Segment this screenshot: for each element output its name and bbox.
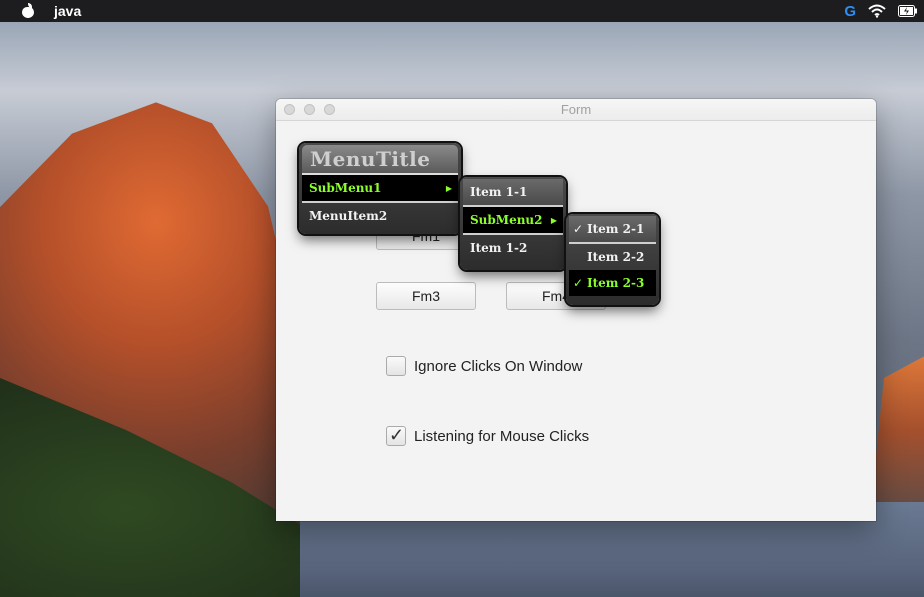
submenu-arrow-icon: ▶ bbox=[445, 183, 452, 193]
menu-item-2-3-label: Item 2-3 bbox=[587, 276, 645, 290]
ignore-clicks-label: Ignore Clicks On Window bbox=[414, 357, 583, 375]
ignore-clicks-checkbox[interactable] bbox=[386, 356, 406, 376]
menu-item-1-1-label: Item 1-1 bbox=[470, 185, 528, 199]
menu-title: MenuTitle bbox=[302, 145, 458, 175]
submenu2-popup: ✓ Item 2-1 Item 2-2 ✓ Item 2-3 bbox=[566, 214, 659, 305]
menu-item-menuitem2[interactable]: MenuItem2 bbox=[302, 203, 458, 229]
submenu-arrow-icon: ▶ bbox=[550, 215, 557, 225]
window-titlebar[interactable]: Form bbox=[276, 99, 876, 121]
menu-item-submenu2[interactable]: SubMenu2 ▶ bbox=[463, 207, 563, 233]
menu-item-1-2[interactable]: Item 1-2 bbox=[463, 235, 563, 261]
menu-item-1-1[interactable]: Item 1-1 bbox=[463, 179, 563, 205]
menu-item-submenu2-label: SubMenu2 bbox=[470, 213, 543, 227]
menu-item-2-1-label: Item 2-1 bbox=[587, 222, 645, 236]
menu-bar: java G bbox=[0, 0, 924, 22]
menu-item-submenu1[interactable]: SubMenu1 ▶ bbox=[302, 175, 458, 201]
battery-icon[interactable] bbox=[898, 5, 918, 17]
menu-item-menuitem2-label: MenuItem2 bbox=[309, 209, 388, 223]
menu-item-2-1[interactable]: ✓ Item 2-1 bbox=[569, 216, 656, 242]
submenu1-popup: Item 1-1 SubMenu2 ▶ Item 1-2 bbox=[460, 177, 566, 270]
listening-checkbox[interactable] bbox=[386, 425, 406, 446]
listening-row[interactable]: Listening for Mouse Clicks bbox=[386, 425, 590, 446]
check-icon: ✓ bbox=[573, 222, 584, 236]
menu-item-submenu1-label: SubMenu1 bbox=[309, 181, 382, 195]
apple-menu-icon[interactable] bbox=[21, 3, 35, 19]
google-drive-icon[interactable]: G bbox=[844, 3, 856, 20]
listening-label: Listening for Mouse Clicks bbox=[414, 427, 590, 445]
app-menu-name[interactable]: java bbox=[54, 3, 81, 19]
menu-item-1-2-label: Item 1-2 bbox=[470, 241, 528, 255]
window-title: Form bbox=[560, 102, 592, 117]
ignore-clicks-row[interactable]: Ignore Clicks On Window bbox=[386, 356, 582, 376]
check-icon: ✓ bbox=[573, 276, 584, 290]
menu-item-2-2-label: Item 2-2 bbox=[587, 250, 645, 264]
menu-item-2-2[interactable]: Item 2-2 bbox=[569, 244, 656, 270]
popup-menu: MenuTitle SubMenu1 ▶ MenuItem2 bbox=[299, 143, 461, 234]
wifi-icon[interactable] bbox=[868, 4, 886, 18]
status-area: G bbox=[844, 0, 918, 22]
fm3-button[interactable]: Fm3 bbox=[376, 282, 476, 310]
menu-item-2-3[interactable]: ✓ Item 2-3 bbox=[569, 270, 656, 296]
